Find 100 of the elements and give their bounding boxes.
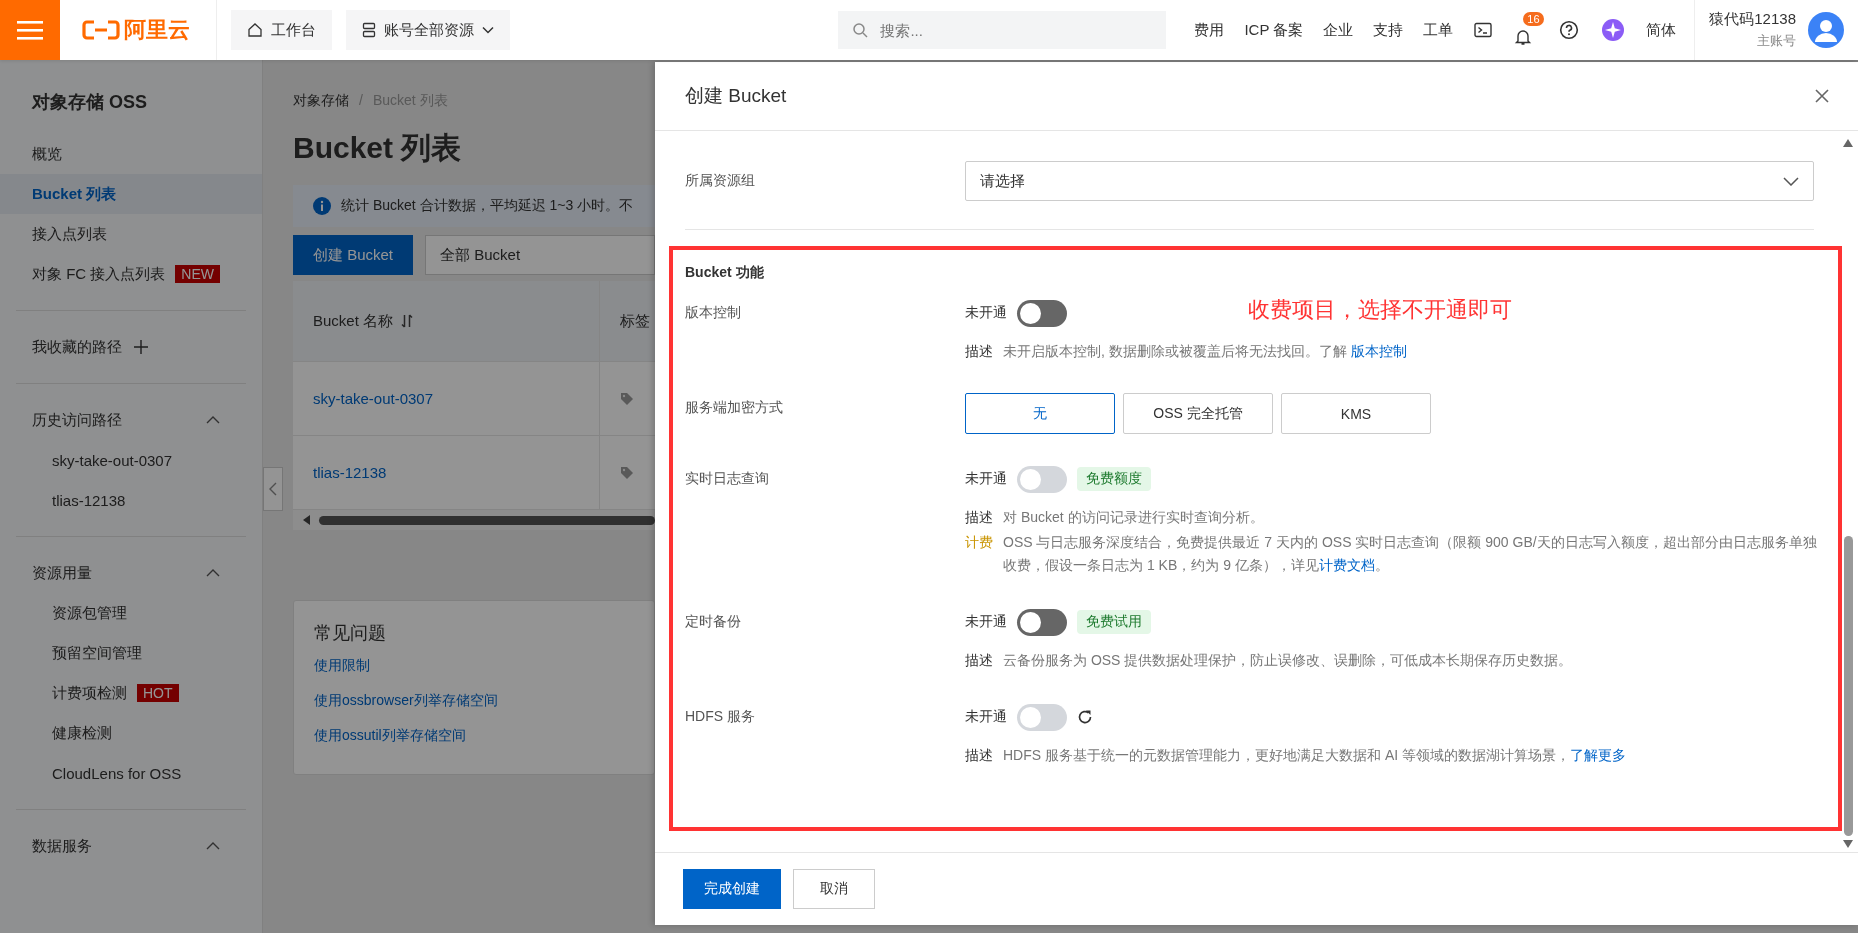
help-icon — [1559, 20, 1580, 40]
confirm-button[interactable]: 完成创建 — [683, 869, 781, 909]
user-role: 主账号 — [1757, 32, 1796, 50]
sidebar-item[interactable]: Bucket 列表 — [0, 174, 262, 214]
breadcrumb-separator: / — [359, 92, 363, 110]
scroll-down-icon — [1843, 840, 1853, 848]
sidebar-item[interactable]: sky-take-out-0307 — [52, 451, 173, 469]
database-icon — [362, 22, 376, 38]
sidebar-item[interactable]: 健康检测 — [52, 723, 112, 743]
column-header[interactable]: Bucket 名称 — [313, 311, 394, 331]
sparkle-icon — [1601, 18, 1626, 42]
sidebar-item[interactable]: 对象 FC 接入点列表 NEW — [0, 254, 262, 294]
toggle-status: 未开通 — [965, 304, 1007, 322]
avatar-icon[interactable] — [1808, 12, 1844, 48]
description-text: 对 Bucket 的访问记录进行实时查询分析。 — [1003, 508, 1264, 527]
field-label: 所属资源组 — [685, 172, 756, 190]
collapse-handle[interactable] — [263, 467, 283, 511]
home-icon — [247, 22, 263, 38]
plus-icon[interactable] — [134, 340, 148, 354]
new-badge: NEW — [175, 265, 220, 283]
favorites-label[interactable]: 我收藏的路径 — [32, 337, 122, 357]
nav-link[interactable]: 企业 — [1313, 20, 1364, 40]
sidebar-item[interactable]: 接入点列表 — [0, 214, 262, 254]
group-title: 资源用量 — [32, 563, 92, 583]
workbench-button[interactable]: 工作台 — [231, 10, 332, 50]
sidebar-item[interactable]: CloudLens for OSS — [52, 764, 182, 782]
sidebar-item[interactable]: 计费项检测 — [52, 683, 127, 703]
bucket-name-link[interactable]: tlias-12138 — [313, 464, 387, 481]
field-label: HDFS 服务 — [685, 707, 756, 726]
logo-icon — [82, 20, 120, 40]
sidebar-title: 对象存储 OSS — [30, 91, 148, 114]
notice-text: 统计 Bucket 合计数据，平均延迟 1~3 小时。不 — [341, 197, 634, 215]
notification-count: 16 — [1523, 12, 1544, 26]
menu-button[interactable] — [0, 0, 60, 60]
sidebar-item[interactable]: 概览 — [0, 134, 262, 174]
faq-link[interactable]: 使用限制 — [314, 657, 370, 673]
tag-icon[interactable] — [620, 391, 634, 406]
chevron-down-icon — [1783, 176, 1799, 186]
toggle-switch[interactable] — [1017, 299, 1067, 327]
sidebar-item[interactable]: 资源包管理 — [52, 603, 127, 623]
create-bucket-button[interactable]: 创建 Bucket — [293, 235, 414, 275]
hot-badge: HOT — [137, 684, 179, 702]
encryption-option[interactable]: KMS — [1281, 393, 1431, 434]
logo-text[interactable]: 阿里云 — [124, 15, 190, 45]
sidebar-item[interactable]: tlias-12138 — [52, 491, 126, 509]
faq-link[interactable]: 使用ossbrowser列举存储空间 — [314, 692, 498, 708]
description-label: 描述 — [965, 342, 993, 361]
language-label[interactable]: 简体 — [1636, 20, 1687, 40]
description-text: 未开启版本控制, 数据删除或被覆盖后将无法找回。了解 版本控制 — [1003, 342, 1407, 361]
bucket-filter-select[interactable]: 全部 Bucket — [425, 235, 655, 275]
billing-label: 计费 — [965, 533, 993, 552]
chevron-left-icon — [269, 482, 277, 496]
drawer-title: 创建 Bucket — [685, 84, 787, 108]
chevron-down-icon — [482, 26, 494, 34]
resource-dropdown[interactable]: 账号全部资源 — [346, 10, 510, 50]
cancel-button[interactable]: 取消 — [793, 869, 875, 909]
nav-link[interactable]: 工单 — [1413, 20, 1464, 40]
field-label: 版本控制 — [685, 303, 742, 322]
sidebar-item[interactable]: 预留空间管理 — [52, 643, 142, 663]
user-name[interactable]: 猿代码12138 — [1709, 10, 1796, 29]
chevron-up-icon — [206, 569, 220, 577]
resource-group-select[interactable]: 请选择 — [965, 161, 1814, 201]
column-header: 标签 — [620, 311, 650, 331]
encryption-option[interactable]: OSS 完全托管 — [1123, 393, 1273, 434]
horizontal-scrollbar[interactable] — [293, 510, 655, 530]
tag-icon[interactable] — [620, 465, 634, 480]
select-placeholder: 请选择 — [980, 171, 1025, 191]
scroll-up-icon — [1843, 139, 1853, 147]
info-icon — [313, 197, 331, 215]
sidebar-item-label: 概览 — [32, 144, 62, 164]
field-label: 定时备份 — [685, 612, 742, 631]
sort-icon[interactable] — [401, 314, 414, 328]
chevron-up-icon — [206, 416, 220, 424]
bucket-name-link[interactable]: sky-take-out-0307 — [313, 390, 434, 407]
breadcrumb-item[interactable]: 对象存储 — [293, 92, 349, 110]
nav-link[interactable]: 支持 — [1363, 20, 1414, 40]
group-header[interactable]: 资源用量 — [0, 553, 262, 593]
doc-link[interactable]: 版本控制 — [1350, 343, 1407, 359]
notification-button[interactable]: 16 — [1503, 12, 1549, 48]
description-text: 云备份服务为 OSS 提供数据处理保护，防止误修改、误删除，可低成本长期保存历史数据。 — [1003, 651, 1573, 670]
section-title: Bucket 功能 — [685, 264, 765, 282]
toggle-switch[interactable] — [1017, 608, 1067, 636]
faq-link[interactable]: 使用ossutil列举存储空间 — [314, 727, 466, 743]
scroll-left-icon — [303, 515, 311, 525]
search-field[interactable]: 搜索... — [838, 11, 1167, 49]
group-header[interactable]: 数据服务 — [0, 826, 262, 866]
search-icon — [852, 22, 869, 38]
toggle-status: 未开通 — [965, 708, 1007, 726]
close-icon[interactable] — [1814, 88, 1830, 104]
annotation-text: 收费项目，选择不开通即可 — [1248, 296, 1512, 324]
nav-link[interactable]: 费用 — [1184, 20, 1235, 40]
encryption-option[interactable]: 无 — [965, 393, 1115, 434]
group-header[interactable]: 历史访问路径 — [0, 400, 262, 440]
group-title: 数据服务 — [32, 836, 92, 856]
page-title: Bucket 列表 — [293, 130, 463, 166]
bell-icon — [1514, 28, 1533, 46]
faq-title: 常见问题 — [314, 622, 387, 645]
toggle-status: 未开通 — [965, 613, 1007, 631]
free-badge: 免费试用 — [1077, 610, 1151, 634]
nav-link[interactable]: ICP 备案 — [1234, 20, 1314, 40]
